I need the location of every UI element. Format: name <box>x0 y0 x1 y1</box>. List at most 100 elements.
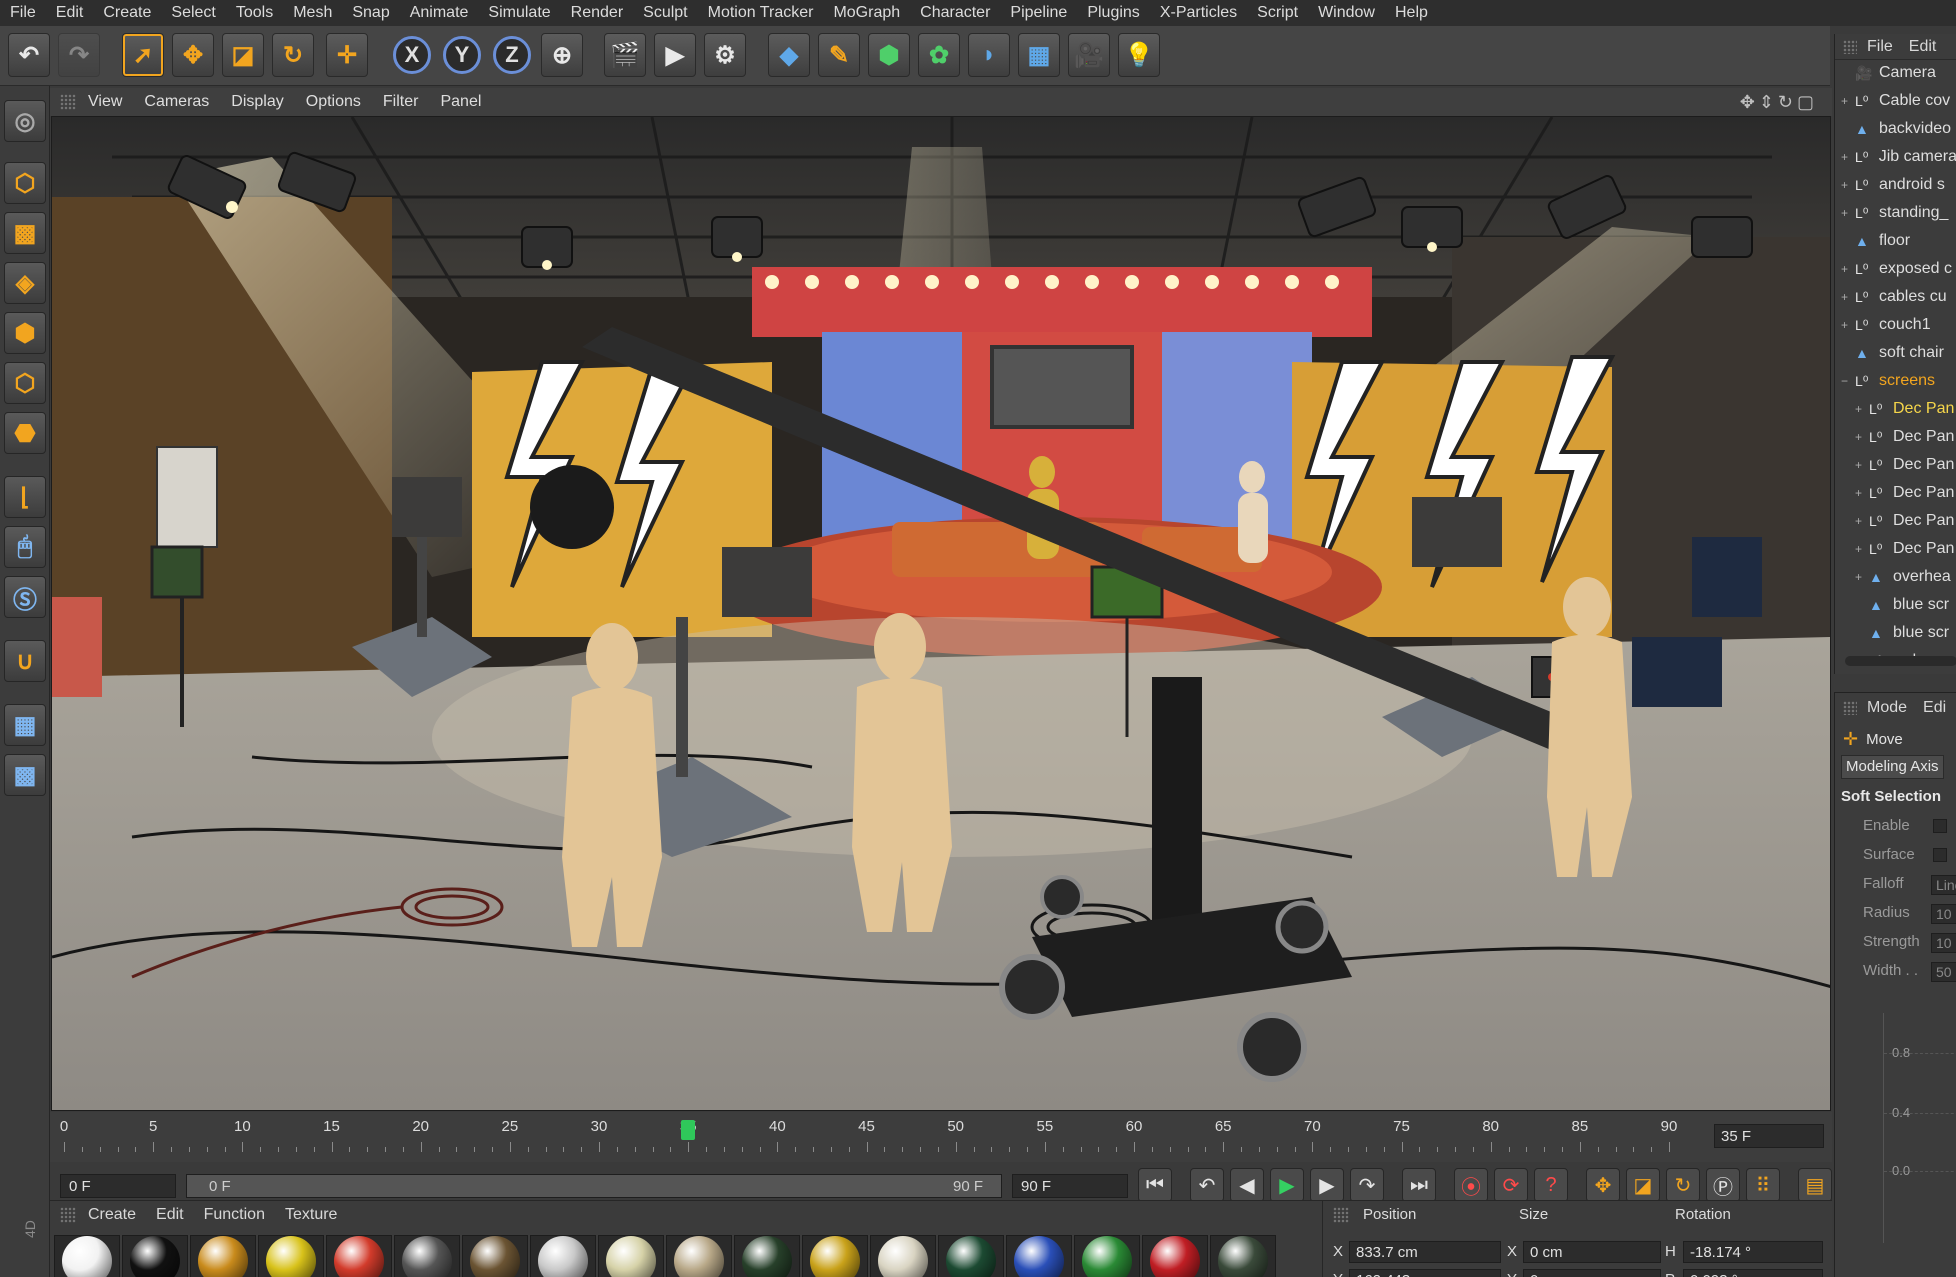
preview-range-slider[interactable]: 0 F 90 F <box>186 1174 1002 1198</box>
axis-x-toggle[interactable]: X <box>393 36 431 74</box>
menu-edit[interactable]: Edit <box>46 4 94 22</box>
material-swatch[interactable] <box>734 1235 800 1277</box>
object-tree-item[interactable]: + L⁰ cables cu <box>1835 284 1956 310</box>
soft-selection-checkbox[interactable] <box>1933 848 1947 862</box>
expand-toggle-icon[interactable]: + <box>1841 290 1853 304</box>
material-swatch[interactable] <box>394 1235 460 1277</box>
object-tree-item[interactable]: ▲ floor <box>1835 228 1956 254</box>
redo-icon[interactable]: ↷ <box>58 33 100 77</box>
panel-grip[interactable] <box>1843 39 1857 54</box>
start-frame-field[interactable]: 0 F <box>60 1174 176 1198</box>
object-tree-item[interactable]: ▲ soft chair <box>1835 340 1956 366</box>
axis-y-toggle[interactable]: Y <box>443 36 481 74</box>
key-scale-icon[interactable]: ◪ <box>1626 1168 1660 1202</box>
panel-grip[interactable] <box>1843 701 1857 715</box>
keyframe-selection-icon[interactable]: ? <box>1534 1168 1568 1202</box>
attribute-menu-mode[interactable]: Mode <box>1867 699 1907 717</box>
camera-icon[interactable]: 🎥 <box>1068 33 1110 77</box>
panel-grip[interactable] <box>60 94 76 110</box>
material-swatch[interactable] <box>598 1235 664 1277</box>
expand-toggle-icon[interactable]: + <box>1841 150 1853 164</box>
play-icon[interactable]: ▶ <box>1270 1168 1304 1202</box>
playhead-handle[interactable] <box>681 1120 696 1140</box>
expand-toggle-icon[interactable]: + <box>1841 178 1853 192</box>
rotate-icon[interactable]: ↻ <box>272 33 314 77</box>
object-tree-item[interactable]: + L⁰ Dec Pan <box>1835 452 1956 478</box>
menu-file[interactable]: File <box>0 4 46 22</box>
viewport-menu-display[interactable]: Display <box>231 93 283 111</box>
expand-toggle-icon[interactable]: + <box>1855 402 1867 416</box>
floor-icon[interactable]: ▦ <box>1018 33 1060 77</box>
material-swatch[interactable] <box>258 1235 324 1277</box>
object-menu-file[interactable]: File <box>1867 38 1893 56</box>
tweak-mode-icon[interactable]: 🖱 <box>4 526 46 568</box>
position-x-field[interactable]: 833.7 cm <box>1349 1241 1501 1263</box>
menu-help[interactable]: Help <box>1385 4 1438 22</box>
material-menu-texture[interactable]: Texture <box>285 1206 337 1224</box>
material-menu-function[interactable]: Function <box>204 1206 265 1224</box>
deformer-icon[interactable]: ◗ <box>968 33 1010 77</box>
object-tree-item[interactable]: ▲ blue scr <box>1835 620 1956 646</box>
render-settings-icon[interactable]: ⚙ <box>704 33 746 77</box>
next-key-icon[interactable]: ↷ <box>1350 1168 1384 1202</box>
object-tree-item[interactable]: ▲ blue scr <box>1835 592 1956 618</box>
current-frame-field[interactable]: 35 F <box>1714 1124 1824 1148</box>
size-x-field[interactable]: 0 cm <box>1523 1241 1661 1263</box>
object-tree-item[interactable]: ▲ backvideo <box>1835 116 1956 142</box>
material-swatch[interactable] <box>462 1235 528 1277</box>
key-parameter-icon[interactable]: Ⓟ <box>1706 1168 1740 1202</box>
object-tree-item[interactable]: + L⁰ Dec Pan <box>1835 480 1956 506</box>
material-swatch[interactable] <box>1210 1235 1276 1277</box>
viewport-menu-cameras[interactable]: Cameras <box>144 93 209 111</box>
material-swatch[interactable] <box>326 1235 392 1277</box>
object-tree-item[interactable]: + L⁰ Jib camera <box>1835 144 1956 170</box>
menu-create[interactable]: Create <box>93 4 161 22</box>
panel-grip[interactable] <box>1333 1207 1349 1223</box>
menu-pipeline[interactable]: Pipeline <box>1000 4 1077 22</box>
menu-mograph[interactable]: MoGraph <box>823 4 910 22</box>
expand-toggle-icon[interactable]: + <box>1841 206 1853 220</box>
expand-toggle-icon[interactable]: + <box>1855 570 1867 584</box>
material-menu-edit[interactable]: Edit <box>156 1206 184 1224</box>
attribute-menu-edit[interactable]: Edi <box>1923 699 1946 717</box>
material-menu-create[interactable]: Create <box>88 1206 136 1224</box>
menu-character[interactable]: Character <box>910 4 1000 22</box>
menu-tools[interactable]: Tools <box>226 4 283 22</box>
timeline-ruler[interactable]: 051015202530354045505560657075808590 35 … <box>50 1112 1832 1162</box>
snap-icon[interactable]: ∪ <box>4 640 46 682</box>
expand-toggle-icon[interactable]: + <box>1841 94 1853 108</box>
menu-animate[interactable]: Animate <box>400 4 479 22</box>
expand-toggle-icon[interactable]: + <box>1841 318 1853 332</box>
render-view-icon[interactable]: 🎬 <box>604 33 646 77</box>
menu-sculpt[interactable]: Sculpt <box>633 4 697 22</box>
pen-icon[interactable]: ✎ <box>818 33 860 77</box>
soft-selection-checkbox[interactable] <box>1933 819 1947 833</box>
previous-key-icon[interactable]: ↶ <box>1190 1168 1224 1202</box>
material-swatch[interactable] <box>1142 1235 1208 1277</box>
light-icon[interactable]: 💡 <box>1118 33 1160 77</box>
next-frame-icon[interactable]: ▶ <box>1310 1168 1344 1202</box>
object-tree-item[interactable]: 🎥 Camera <box>1835 60 1956 86</box>
last-tool-icon[interactable]: ✛ <box>326 33 368 77</box>
viewport-menu-panel[interactable]: Panel <box>440 93 481 111</box>
material-swatch[interactable] <box>122 1235 188 1277</box>
position-y-field[interactable]: 162.443 cm <box>1349 1269 1501 1277</box>
points-mode-icon[interactable]: ⬢ <box>4 312 46 354</box>
cloner-icon[interactable]: ✿ <box>918 33 960 77</box>
move-icon[interactable]: ✥ <box>172 33 214 77</box>
falloff-graph[interactable]: 0.8 0.4 0.0 <box>1883 1013 1956 1243</box>
enable-axis-icon[interactable]: ⌊ <box>4 476 46 518</box>
object-tree-item[interactable]: + ▲ overhea <box>1835 564 1956 590</box>
menu-plugins[interactable]: Plugins <box>1077 4 1149 22</box>
menu-render[interactable]: Render <box>561 4 633 22</box>
soft-selection-value-field[interactable]: Line <box>1931 875 1956 895</box>
edges-mode-icon[interactable]: ⬡ <box>4 362 46 404</box>
key-rotation-icon[interactable]: ↻ <box>1666 1168 1700 1202</box>
expand-toggle-icon[interactable]: + <box>1855 542 1867 556</box>
live-select-icon[interactable]: ➚ <box>122 33 164 77</box>
viewport-menu-view[interactable]: View <box>88 93 122 111</box>
menu-window[interactable]: Window <box>1308 4 1385 22</box>
scale-icon[interactable]: ◪ <box>222 33 264 77</box>
material-swatch[interactable] <box>190 1235 256 1277</box>
workplane-mode-icon[interactable]: ◈ <box>4 262 46 304</box>
